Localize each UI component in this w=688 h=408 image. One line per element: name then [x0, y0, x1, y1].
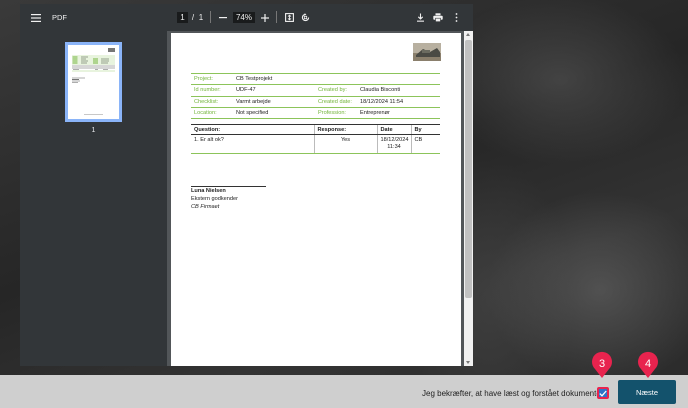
- zoom-in-icon[interactable]: [259, 4, 271, 31]
- step-marker-3: 3: [590, 351, 614, 379]
- date-header: Date: [376, 124, 411, 135]
- thumbnail-preview: [72, 48, 115, 115]
- question-row: 1. Er alt ok? Yes 18/12/2024 11:34 CB: [191, 134, 440, 154]
- info-value: Varmt arbejde: [233, 95, 315, 108]
- by-header: By: [410, 124, 440, 135]
- info-value: [357, 72, 440, 85]
- info-value: Entreprenør: [357, 106, 440, 120]
- more-icon[interactable]: [450, 4, 462, 31]
- questions-header-row: Question: Response: Date By: [191, 124, 440, 135]
- step-marker-4: 4: [636, 351, 660, 379]
- info-value: CB Testprojekt: [233, 72, 315, 85]
- confirm-label[interactable]: Jeg bekræfter, at have læst og forstået …: [422, 389, 603, 398]
- page-thumbnail[interactable]: [65, 42, 122, 122]
- scroll-up-arrow-icon[interactable]: [466, 33, 470, 36]
- signer-role: Ekstern godkender: [191, 196, 238, 202]
- pdf-title: PDF: [52, 13, 67, 22]
- info-label: Checklist:: [191, 95, 233, 108]
- question-header: Question:: [191, 124, 314, 135]
- question-date: 18/12/2024: [380, 137, 409, 143]
- signer-name: Luna Nielsen: [191, 188, 226, 194]
- print-icon[interactable]: [432, 4, 444, 31]
- question-response: Yes: [313, 134, 377, 154]
- download-icon[interactable]: [414, 4, 426, 31]
- step-marker-3-label: 3: [598, 357, 606, 370]
- zoom-level-input[interactable]: 74%: [233, 12, 255, 23]
- scrollbar-thumb[interactable]: [465, 40, 472, 298]
- next-button[interactable]: Næste: [618, 380, 676, 404]
- info-row: Id number: UDF-47 Created by: Claudia Bisco…: [191, 84, 440, 97]
- questions-table: Question: Response: Date By 1. Er alt ok…: [191, 124, 440, 154]
- toolbar-divider: [210, 11, 211, 23]
- confirm-checkbox[interactable]: [597, 387, 609, 399]
- info-label: Location:: [191, 106, 233, 120]
- question-time: 11:34: [387, 143, 401, 150]
- info-row: Project: CB Testprojekt: [191, 72, 440, 85]
- question-datetime: 18/12/2024 11:34: [376, 134, 411, 154]
- confirm-footer: Jeg bekræfter, at have læst og forstået …: [0, 375, 688, 408]
- page-number-input[interactable]: 1: [177, 12, 188, 23]
- checkmark-icon: [599, 390, 607, 397]
- info-value: Not specified: [233, 106, 315, 120]
- zoom-out-icon[interactable]: [217, 4, 229, 31]
- info-label: Profession:: [315, 106, 357, 120]
- question-by: CB: [410, 134, 440, 154]
- info-value: 18/12/2024 11:54: [357, 95, 440, 108]
- project-info-table: Project: CB Testprojekt Id number: UDF-47 Cr…: [191, 72, 440, 120]
- response-header: Response:: [313, 124, 377, 135]
- info-row: Location: Not specified Profession: Entrepr…: [191, 106, 440, 120]
- scroll-down-arrow-icon[interactable]: [466, 361, 470, 364]
- info-label: Created date:: [315, 95, 357, 108]
- question-text: 1. Er alt ok?: [191, 134, 314, 154]
- pdf-viewer: PDF 1 / 1 74% 1 Project: CB Testprojekt …: [20, 4, 473, 366]
- toolbar-divider: [276, 11, 277, 23]
- info-label: Project:: [191, 72, 233, 85]
- info-label: Created by:: [315, 84, 357, 97]
- info-label: [315, 72, 357, 85]
- info-value: UDF-47: [233, 84, 315, 97]
- signature-block: Luna Nielsen Ekstern godkender CB Firmae…: [191, 187, 238, 211]
- project-photo: [413, 43, 441, 61]
- thumbnail-page-number: 1: [91, 127, 96, 134]
- page-total: 1: [198, 13, 204, 22]
- rotate-icon[interactable]: [299, 4, 311, 31]
- pdf-page: Project: CB Testprojekt Id number: UDF-47 Cr…: [171, 33, 461, 366]
- step-marker-4-label: 4: [644, 357, 652, 370]
- signer-company: CB Firmaet: [191, 204, 220, 210]
- info-row: Checklist: Varmt arbejde Created date: 18/1…: [191, 95, 440, 108]
- thumbnail-sidebar: 1: [20, 31, 167, 366]
- menu-icon[interactable]: [28, 4, 44, 31]
- info-value: Claudia Bisconti: [357, 84, 440, 97]
- viewer-scrollbar[interactable]: [464, 31, 473, 366]
- fit-page-icon[interactable]: [283, 4, 295, 31]
- page-separator: /: [191, 13, 195, 22]
- info-label: Id number:: [191, 84, 233, 97]
- pdf-toolbar: PDF 1 / 1 74%: [20, 4, 473, 31]
